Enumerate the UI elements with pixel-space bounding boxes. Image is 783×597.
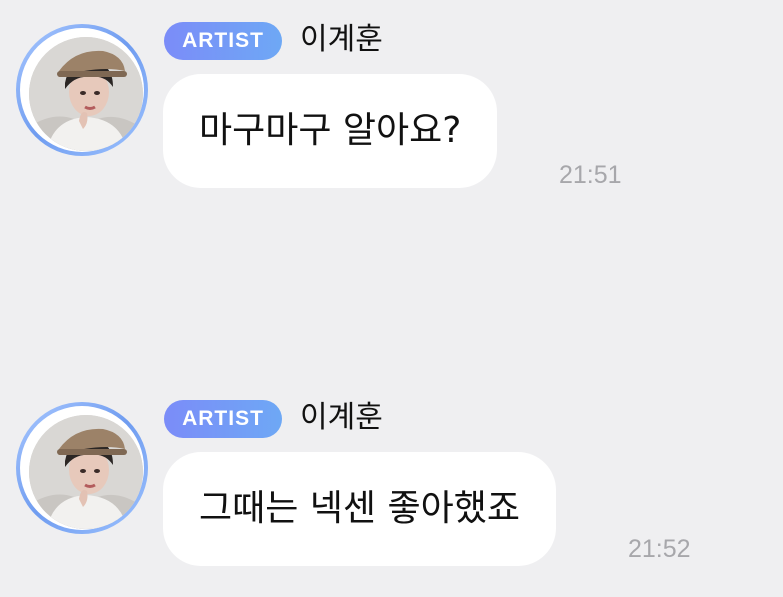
chat-message: ARTIST 이계훈 마구마구 알아요? 21:51 — [0, 22, 783, 202]
sender-name: 이계훈 — [300, 400, 383, 435]
message-timestamp: 21:51 — [559, 161, 622, 189]
sender-name: 이계훈 — [300, 22, 383, 57]
message-timestamp: 21:52 — [628, 535, 691, 563]
avatar[interactable] — [16, 24, 148, 156]
artist-badge: ARTIST — [164, 400, 282, 438]
message-bubble[interactable]: 그때는 넥센 좋아했죠 — [163, 452, 556, 566]
avatar[interactable] — [16, 402, 148, 534]
message-bubble[interactable]: 마구마구 알아요? — [163, 74, 498, 188]
artist-profile-photo-icon — [29, 415, 143, 529]
artist-badge: ARTIST — [164, 22, 282, 60]
artist-profile-photo-icon — [29, 37, 143, 151]
chat-message: ARTIST 이계훈 그때는 넥센 좋아했죠 21:52 — [0, 400, 783, 580]
